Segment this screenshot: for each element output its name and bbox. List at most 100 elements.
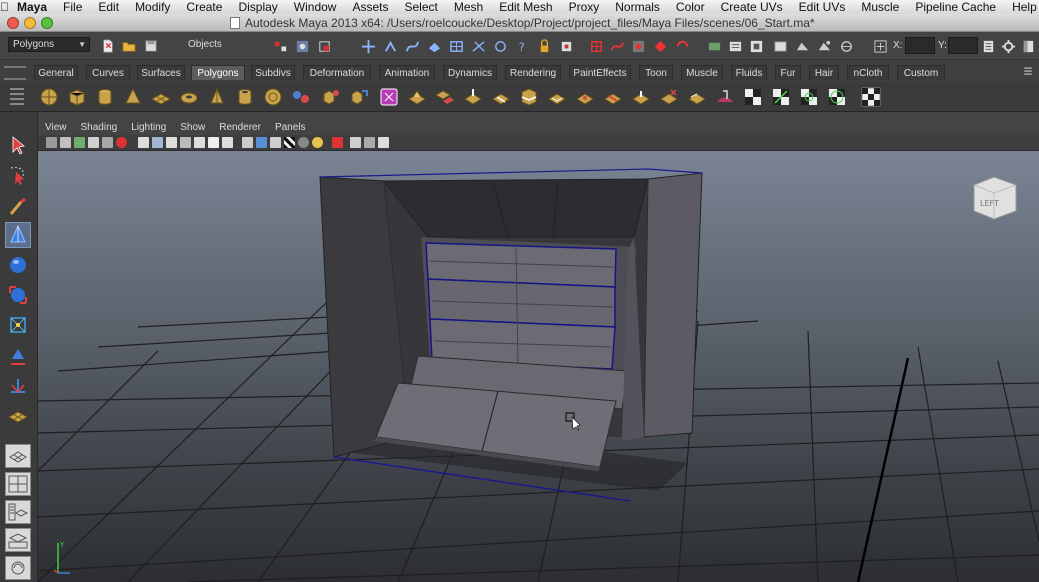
tab-general[interactable]: General	[34, 65, 78, 80]
grease-pencil-icon[interactable]	[116, 137, 127, 148]
minimize-window-button[interactable]	[24, 17, 36, 29]
image-plane-icon[interactable]	[88, 137, 99, 148]
delete-edge-icon[interactable]	[658, 86, 680, 108]
tab-animation[interactable]: Animation	[379, 65, 435, 80]
bookmark-icon[interactable]	[74, 137, 85, 148]
shadows-icon[interactable]	[312, 137, 323, 148]
split-polygon-icon[interactable]	[490, 86, 512, 108]
ipr-render-icon[interactable]	[816, 38, 832, 54]
menu-modify[interactable]: Modify	[127, 0, 178, 14]
panel-menu-renderer[interactable]: Renderer	[212, 122, 268, 133]
select-by-curve-icon[interactable]	[404, 38, 420, 54]
shelf-menu-handle[interactable]	[4, 66, 26, 80]
selection-mode-field[interactable]: Objects	[176, 38, 256, 52]
absolute-transform-icon[interactable]	[872, 38, 888, 54]
select-camera-icon[interactable]	[46, 137, 57, 148]
tab-polygons[interactable]: Polygons	[191, 65, 245, 80]
panel-menu-panels[interactable]: Panels	[268, 122, 313, 133]
xray-components-icon[interactable]	[378, 137, 389, 148]
two-d-pan-zoom-icon[interactable]	[102, 137, 113, 148]
rotate-tool-icon[interactable]	[5, 252, 31, 278]
open-scene-icon[interactable]	[121, 38, 137, 54]
menu-mesh[interactable]: Mesh	[446, 0, 491, 14]
gate-mask-icon[interactable]	[180, 137, 191, 148]
menu-set-dropdown[interactable]: Polygons ▼	[8, 37, 90, 52]
tab-curves[interactable]: Curves	[86, 65, 130, 80]
tab-dynamics[interactable]: Dynamics	[443, 65, 497, 80]
paint-select-tool-icon[interactable]	[5, 194, 31, 220]
poly-sphere-icon[interactable]	[38, 86, 60, 108]
smooth-shade-icon[interactable]	[256, 137, 267, 148]
combine-icon[interactable]	[290, 86, 312, 108]
select-by-surface-icon[interactable]	[426, 38, 442, 54]
use-all-lights-icon[interactable]	[298, 137, 309, 148]
lasso-tool-icon[interactable]	[5, 162, 31, 188]
tab-custom[interactable]: Custom	[897, 65, 945, 80]
menu-select[interactable]: Select	[397, 0, 446, 14]
select-by-deformation-icon[interactable]	[448, 38, 464, 54]
snap-to-point-icon[interactable]	[630, 38, 646, 54]
poly-helix-icon[interactable]	[262, 86, 284, 108]
new-scene-icon[interactable]	[100, 38, 116, 54]
tab-toon[interactable]: Toon	[639, 65, 673, 80]
scale-tool-icon[interactable]	[5, 282, 31, 308]
universal-manipulator-icon[interactable]	[5, 312, 31, 338]
render-settings-icon[interactable]	[748, 38, 764, 54]
tab-subdivs[interactable]: Subdivs	[251, 65, 295, 80]
collapse-icon[interactable]	[630, 86, 652, 108]
menu-pipeline-cache[interactable]: Pipeline Cache	[907, 0, 1004, 14]
poly-prism-icon[interactable]	[206, 86, 228, 108]
render-view-icon[interactable]	[772, 38, 788, 54]
tab-muscle[interactable]: Muscle	[681, 65, 723, 80]
merge-edges-icon[interactable]	[602, 86, 624, 108]
safe-action-icon[interactable]	[208, 137, 219, 148]
spherical-mapping-icon[interactable]	[826, 86, 848, 108]
snap-to-curve-icon[interactable]	[609, 38, 625, 54]
menu-app[interactable]: Maya	[9, 0, 55, 14]
construction-history-icon[interactable]	[727, 38, 743, 54]
menu-color[interactable]: Color	[668, 0, 713, 14]
soft-modification-icon[interactable]	[5, 344, 31, 370]
zoom-window-button[interactable]	[41, 17, 53, 29]
move-tool-icon[interactable]	[5, 222, 31, 248]
select-by-handle-icon[interactable]	[360, 38, 376, 54]
menu-assets[interactable]: Assets	[344, 0, 396, 14]
resolution-gate-icon[interactable]	[166, 137, 177, 148]
last-tool-used-icon[interactable]	[5, 402, 31, 428]
close-window-button[interactable]	[7, 17, 19, 29]
sculpt-geometry-icon[interactable]	[714, 86, 736, 108]
tab-deformation[interactable]: Deformation	[303, 65, 371, 80]
show-manipulator-icon[interactable]	[5, 374, 31, 400]
poly-cone-icon[interactable]	[122, 86, 144, 108]
persp-outliner-layout-button[interactable]	[5, 500, 31, 524]
select-component-icon[interactable]	[316, 38, 332, 54]
planar-mapping-icon[interactable]	[770, 86, 792, 108]
tab-painteffects[interactable]: PaintEffects	[569, 65, 631, 80]
menu-edit-uvs[interactable]: Edit UVs	[791, 0, 854, 14]
menu-file[interactable]: File	[55, 0, 90, 14]
poly-plane-icon[interactable]	[150, 86, 172, 108]
shelf-options-icon[interactable]	[1020, 63, 1036, 79]
panel-menu-shading[interactable]: Shading	[74, 122, 125, 133]
film-gate-icon[interactable]	[152, 137, 163, 148]
shelf-grip-handle[interactable]	[10, 88, 24, 108]
panel-menu-show[interactable]: Show	[173, 122, 212, 133]
panel-menu-view[interactable]: View	[38, 122, 74, 133]
view-cube[interactable]: LEFT	[970, 173, 1018, 221]
select-by-dynamic-icon[interactable]	[470, 38, 486, 54]
tool-settings-icon[interactable]	[1000, 38, 1016, 54]
xray-joints-icon[interactable]	[364, 137, 375, 148]
extrude-icon[interactable]	[406, 86, 428, 108]
input-output-icon[interactable]	[706, 38, 722, 54]
menu-normals[interactable]: Normals	[607, 0, 668, 14]
poly-pipe-icon[interactable]	[234, 86, 256, 108]
field-chart-icon[interactable]	[194, 137, 205, 148]
insert-edge-loop-icon[interactable]	[518, 86, 540, 108]
tab-surfaces[interactable]: Surfaces	[137, 65, 185, 80]
menu-muscle[interactable]: Muscle	[853, 0, 907, 14]
bevel-icon[interactable]	[686, 86, 708, 108]
smooth-icon[interactable]	[378, 86, 400, 108]
hypershade-layout-button[interactable]	[5, 556, 31, 580]
xray-icon[interactable]	[332, 137, 343, 148]
menu-display[interactable]: Display	[230, 0, 285, 14]
